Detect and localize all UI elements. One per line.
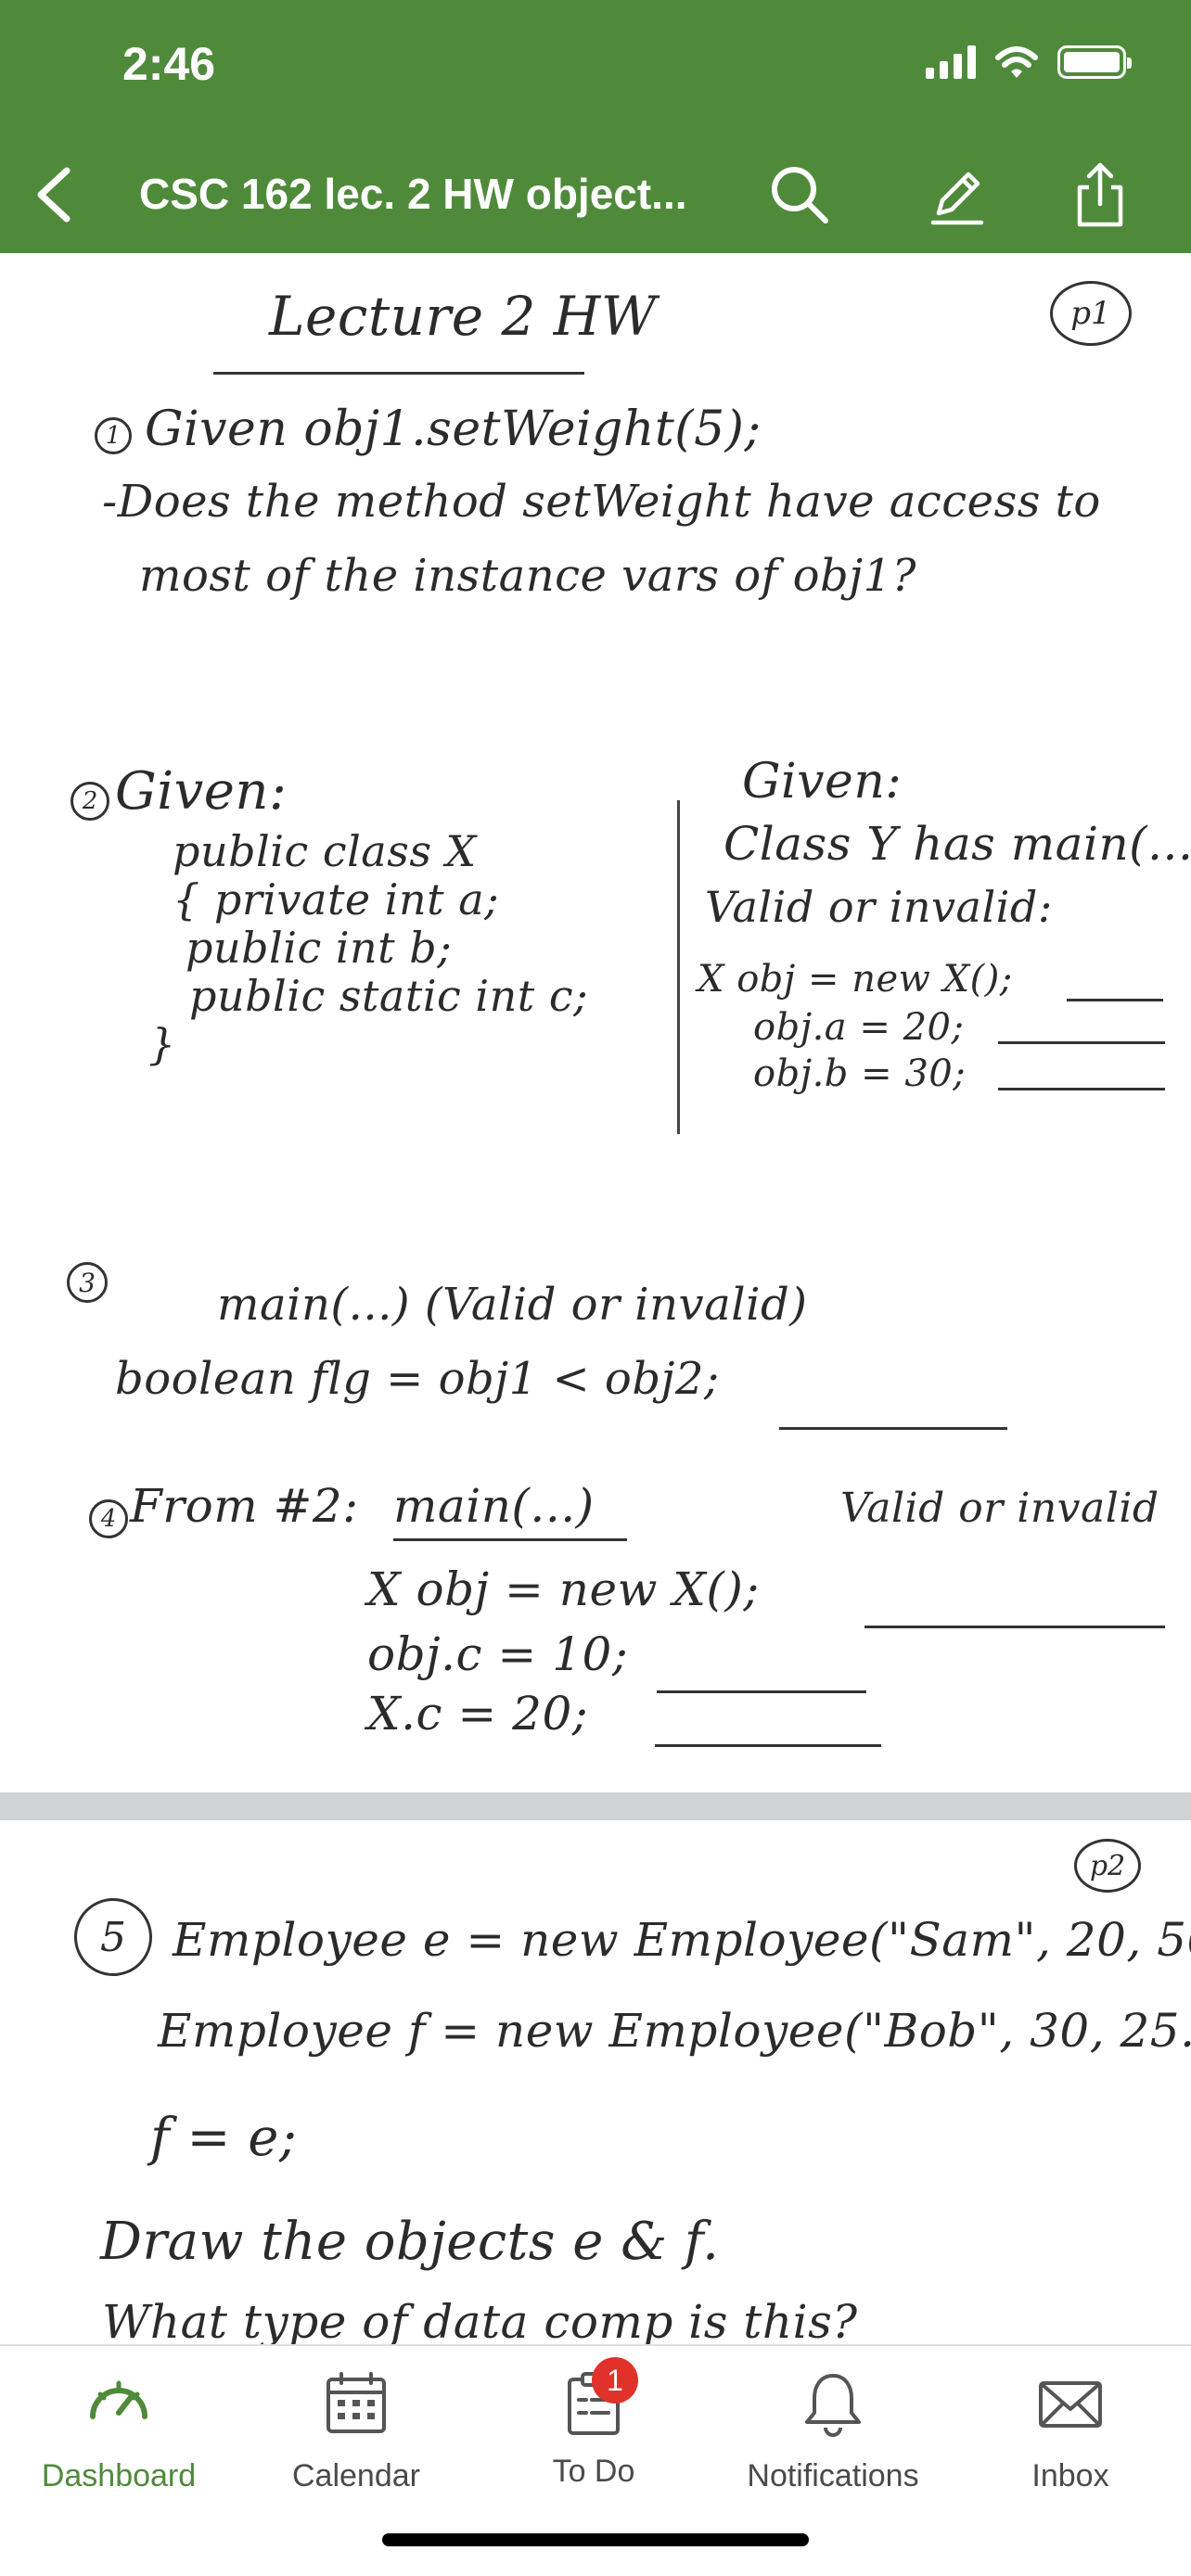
code-line-4: public static int c;: [189, 971, 589, 1021]
battery-icon: [1057, 45, 1132, 79]
top-bar: 2:46 CSC 162 lec. 2 HW object...: [0, 0, 1191, 253]
document-viewer[interactable]: Lecture 2 HW p1 1 Given obj1.setWeight(5…: [0, 253, 1191, 2345]
tab-notifications-label: Notifications: [747, 2458, 919, 2493]
wifi-icon: [995, 46, 1038, 78]
tab-calendar-label: Calendar: [292, 2458, 420, 2493]
navigation-bar: CSC 162 lec. 2 HW object...: [0, 148, 1191, 241]
question-5-line-1: Employee e = new Employee("Sam", 20, 50.…: [173, 1913, 1191, 1967]
q4-answer-blank-2: [657, 1690, 866, 1693]
q2-line-2: obj.a = 20;: [753, 1006, 965, 1049]
right-given: Given:: [742, 754, 903, 810]
question-5-line-2: Employee f = new Employee("Bob", 30, 25.…: [158, 2004, 1191, 2058]
q4-answer-blank-3: [655, 1744, 881, 1747]
question-4-valid-invalid: Valid or invalid: [840, 1485, 1159, 1532]
document-page-2: p2 5 Employee e = new Employee("Sam", 20…: [0, 1820, 1191, 2345]
code-line-2: { private int a;: [173, 874, 500, 925]
cellular-signal-icon: [926, 45, 976, 79]
question-2-given: Given:: [115, 761, 288, 822]
q3-answer-blank: [779, 1427, 1007, 1430]
tab-notifications[interactable]: Notifications: [722, 2366, 944, 2494]
tab-dashboard-label: Dashboard: [41, 2458, 197, 2493]
tab-inbox-label: Inbox: [1031, 2458, 1109, 2493]
question-5-line-4: Draw the objects e & f.: [100, 2212, 720, 2272]
question-4-from: From #2:: [130, 1479, 359, 1533]
page-number-2: p2: [1074, 1839, 1141, 1893]
tab-dashboard[interactable]: Dashboard: [7, 2366, 230, 2494]
mail-icon: [1039, 2381, 1102, 2428]
q2-line-3: obj.b = 30;: [753, 1052, 967, 1095]
question-5-line-3: f = e;: [150, 2108, 298, 2168]
todo-icon-wrapper: 1: [557, 2357, 638, 2441]
question-5-number: 5: [74, 1898, 152, 1976]
question-4-main: main(...): [393, 1479, 595, 1533]
search-icon[interactable]: [766, 161, 833, 228]
code-line-1: public class X: [173, 826, 477, 876]
question-1-line-2: -Does the method setWeight have access t…: [102, 476, 1101, 528]
calendar-icon: [327, 2372, 386, 2433]
question-5-line-5: What type of data comp is this?: [102, 2295, 858, 2345]
home-indicator[interactable]: [382, 2533, 809, 2546]
document-title: CSC 162 lec. 2 HW object...: [139, 170, 687, 218]
question-3-number: 3: [67, 1262, 108, 1303]
q4-answer-blank-1: [864, 1626, 1165, 1628]
heading-underline: [213, 372, 584, 375]
question-1-line-3: most of the instance vars of obj1?: [139, 550, 916, 602]
bell-icon: [805, 2374, 861, 2437]
page-divider: [0, 1792, 1191, 1820]
dashboard-icon: [90, 2380, 147, 2419]
question-1-number: 1: [95, 417, 132, 454]
question-3-heading: main(...) (Valid or invalid): [217, 1279, 808, 1331]
annotate-pen-icon[interactable]: [924, 161, 991, 228]
tab-calendar[interactable]: Calendar: [245, 2366, 467, 2494]
share-icon[interactable]: [1067, 161, 1133, 228]
q2-answer-blank-2: [998, 1041, 1165, 1044]
homework-heading: Lecture 2 HW: [269, 285, 658, 348]
question-4-number: 4: [89, 1499, 128, 1538]
question-2-number: 2: [70, 782, 109, 821]
tab-inbox[interactable]: Inbox: [959, 2366, 1182, 2494]
page-number-1: p1: [1050, 281, 1132, 346]
tab-to-do-label: To Do: [552, 2454, 635, 2489]
q2-line-1: X obj = new X();: [698, 958, 1013, 1001]
q2-answer-blank-3: [998, 1088, 1165, 1090]
main-underline: [393, 1538, 627, 1541]
document-page-1: Lecture 2 HW p1 1 Given obj1.setWeight(5…: [0, 253, 1191, 1792]
back-chevron-icon[interactable]: [28, 165, 83, 224]
status-icons: [926, 45, 1132, 80]
right-class-y: Class Y has main(...: [724, 817, 1191, 871]
code-line-3: public int b;: [186, 923, 453, 973]
column-divider: [677, 800, 680, 1134]
code-line-5: }: [148, 1019, 176, 1069]
right-valid-invalid: Valid or invalid:: [705, 882, 1053, 932]
question-1-line-1: Given obj1.setWeight(5);: [145, 402, 762, 457]
q4-line-1: X obj = new X();: [367, 1562, 760, 1616]
q4-line-2: obj.c = 10;: [367, 1627, 629, 1681]
status-time: 2:46: [122, 38, 216, 90]
question-3-line: boolean flg = obj1 < obj2;: [115, 1353, 720, 1405]
q4-line-3: X.c = 20;: [367, 1687, 589, 1741]
q2-answer-blank-1: [1067, 999, 1163, 1001]
tab-to-do[interactable]: 1 To Do: [482, 2357, 705, 2490]
todo-badge: 1: [592, 2357, 638, 2404]
